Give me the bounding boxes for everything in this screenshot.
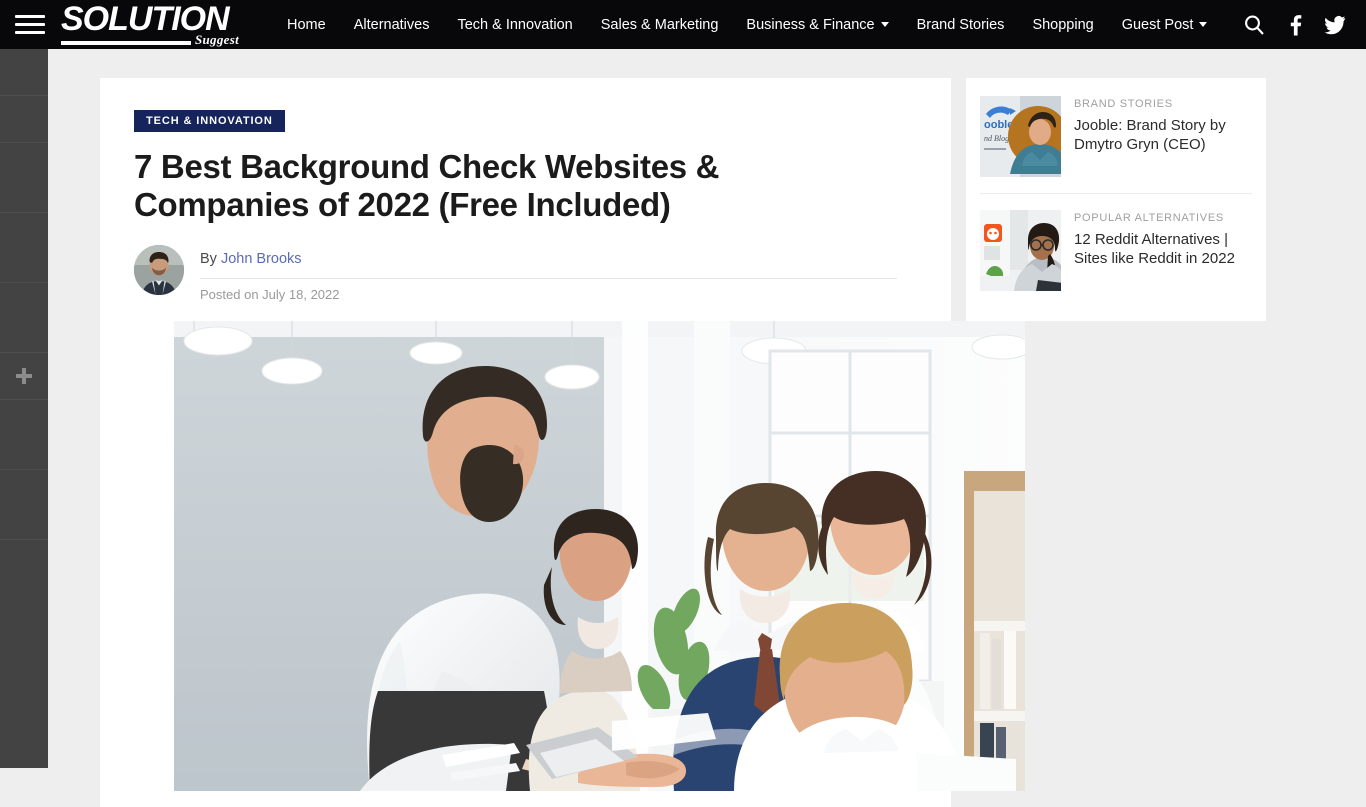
nav-label: Guest Post	[1121, 16, 1194, 33]
sidebar-item-category[interactable]: BRAND STORIES	[1074, 98, 1252, 110]
share-rail-slot[interactable]	[0, 400, 48, 470]
share-rail-slot[interactable]	[0, 143, 48, 213]
posted-date: Posted on July 18, 2022	[200, 287, 340, 302]
nav-label: Alternatives	[353, 16, 430, 33]
sidebar-item-title[interactable]: 12 Reddit Alternatives | Sites like Redd…	[1074, 230, 1252, 268]
reddit-alternatives-thumbnail	[980, 210, 1061, 291]
nav-utility-icons	[1242, 13, 1346, 37]
share-rail-add[interactable]	[0, 353, 48, 400]
site-logo[interactable]: SOLUTION Suggest	[61, 0, 240, 47]
facebook-icon[interactable]	[1286, 14, 1304, 36]
sidebar-item-title[interactable]: Jooble: Brand Story by Dmytro Gryn (CEO)	[1074, 116, 1252, 154]
share-rail-slot[interactable]	[0, 283, 48, 353]
nav-item-guest-post[interactable]: Guest Post	[1108, 0, 1222, 49]
nav-item-shopping[interactable]: Shopping	[1018, 0, 1107, 49]
list-item[interactable]: POPULAR ALTERNATIVES 12 Reddit Alternati…	[980, 193, 1252, 307]
page-body: TECH & INNOVATION 7 Best Background Chec…	[0, 49, 1366, 807]
nav-item-alternatives[interactable]: Alternatives	[340, 0, 444, 49]
plus-icon	[15, 367, 33, 385]
logo-underline: Suggest	[61, 32, 240, 47]
nav-label: Business & Finance	[746, 16, 875, 33]
top-navigation-bar: SOLUTION Suggest Home Alternatives Tech …	[0, 0, 1366, 49]
article-card: TECH & INNOVATION 7 Best Background Chec…	[100, 78, 1025, 807]
hamburger-icon[interactable]	[15, 15, 45, 34]
share-rail[interactable]	[0, 49, 48, 768]
nav-item-tech-innovation[interactable]: Tech & Innovation	[443, 0, 586, 49]
author-prefix: By	[200, 251, 217, 267]
svg-text:nd Blog: nd Blog	[984, 134, 1009, 143]
nav-label: Tech & Innovation	[457, 16, 573, 33]
list-item-meta: BRAND STORIES Jooble: Brand Story by Dmy…	[1074, 96, 1252, 177]
nav-label: Sales & Marketing	[600, 16, 719, 33]
nav-item-business-finance[interactable]: Business & Finance	[732, 0, 902, 49]
nav-label: Brand Stories	[916, 16, 1005, 33]
sidebar-item-category[interactable]: POPULAR ALTERNATIVES	[1074, 212, 1252, 224]
share-rail-slot[interactable]	[0, 49, 48, 96]
status-badge[interactable]: TECH & INNOVATION	[134, 110, 285, 132]
page-title: 7 Best Background Check Websites & Compa…	[134, 148, 720, 223]
article-hero-image	[174, 321, 1025, 791]
byline-text: By John Brooks Posted on July 18, 2022	[200, 245, 897, 302]
share-rail-slot[interactable]	[0, 540, 48, 587]
sidebar-popular-posts: ooble nd Blog BRAND STORIES Jooble: Bran…	[966, 78, 1266, 321]
hamburger-bar	[15, 23, 45, 26]
search-icon[interactable]	[1242, 13, 1266, 37]
list-item[interactable]: ooble nd Blog BRAND STORIES Jooble: Bran…	[980, 92, 1252, 193]
nav-label: Home	[287, 16, 326, 33]
logo-tagline: Suggest	[195, 32, 240, 47]
avatar	[134, 245, 184, 295]
share-rail-slot[interactable]	[0, 470, 48, 540]
chevron-down-icon	[880, 22, 889, 27]
hamburger-bar	[15, 31, 45, 34]
nav-item-sales-marketing[interactable]: Sales & Marketing	[587, 0, 733, 49]
share-rail-slot[interactable]	[0, 96, 48, 143]
logo-wordmark: SOLUTION	[61, 0, 230, 38]
article-header: TECH & INNOVATION 7 Best Background Chec…	[100, 78, 1025, 791]
main-menu: Home Alternatives Tech & Innovation Sale…	[273, 0, 1221, 49]
author-line: By John Brooks	[200, 251, 897, 279]
hamburger-bar	[15, 15, 45, 18]
twitter-icon[interactable]	[1324, 15, 1346, 35]
author-link[interactable]: John Brooks	[221, 251, 302, 267]
jooble-brand-story-thumbnail: ooble nd Blog	[980, 96, 1061, 177]
logo-rule-bar	[61, 41, 191, 45]
list-item-meta: POPULAR ALTERNATIVES 12 Reddit Alternati…	[1074, 210, 1252, 291]
nav-item-brand-stories[interactable]: Brand Stories	[903, 0, 1019, 49]
share-rail-slot[interactable]	[0, 213, 48, 283]
nav-label: Shopping	[1032, 16, 1094, 33]
chevron-down-icon	[1199, 22, 1208, 27]
byline: By John Brooks Posted on July 18, 2022	[134, 245, 917, 302]
nav-item-home[interactable]: Home	[273, 0, 340, 49]
